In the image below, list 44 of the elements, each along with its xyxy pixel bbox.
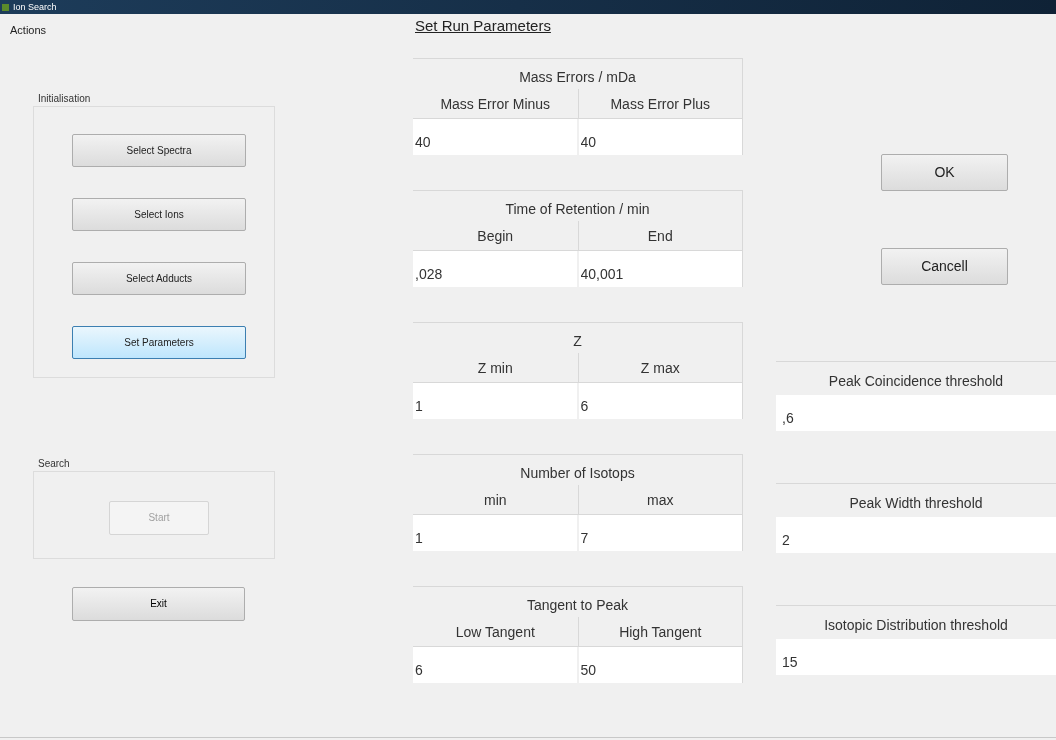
- column-header: High Tangent: [577, 616, 742, 646]
- group-label: Initialisation: [37, 91, 92, 106]
- field-label: Peak Coincidence threshold: [776, 360, 1056, 395]
- input-field[interactable]: 6: [413, 646, 577, 683]
- action-button[interactable]: Select Ions: [72, 197, 246, 231]
- column-header: max: [577, 484, 742, 514]
- dialog-button[interactable]: Cancell: [881, 247, 1008, 285]
- input-field[interactable]: ,6: [776, 394, 1056, 431]
- input-field[interactable]: 1: [413, 514, 577, 551]
- field-label: Peak Width threshold: [776, 482, 1056, 517]
- group-title: Number of Isotops: [519, 463, 636, 483]
- column-header: Low Tangent: [454, 622, 536, 642]
- column-header: Begin: [476, 226, 515, 246]
- action-button[interactable]: Select Spectra: [72, 133, 246, 167]
- field-label: Isotopic Distribution threshold: [776, 604, 1056, 639]
- app-icon: [2, 3, 9, 11]
- group-title: Mass Errors / mDa: [518, 67, 637, 87]
- group-title: Z: [572, 331, 583, 351]
- exit-button[interactable]: Exit: [72, 586, 245, 621]
- input-field[interactable]: 40: [413, 118, 577, 155]
- group-title: Tangent to Peak: [525, 595, 630, 615]
- input-field[interactable]: 7: [578, 514, 742, 551]
- section-heading: Set Run Parameters: [414, 15, 552, 36]
- menu-item[interactable]: Actions: [10, 22, 47, 39]
- input-field[interactable]: 6: [578, 382, 742, 419]
- column-header: Z min: [476, 358, 514, 378]
- column-header: Z max: [577, 352, 742, 382]
- input-field[interactable]: 50: [578, 646, 742, 683]
- group-label: Search: [37, 456, 71, 471]
- action-button[interactable]: Select Adducts: [72, 261, 246, 295]
- group-title: Time of Retention / min: [504, 199, 651, 219]
- column-header: Mass Error Minus: [439, 94, 552, 114]
- input-field[interactable]: 1: [413, 382, 577, 419]
- dialog-button[interactable]: OK: [881, 153, 1008, 191]
- input-field[interactable]: ,028: [413, 250, 577, 287]
- column-header: End: [577, 220, 742, 250]
- window-title: Ion Search: [13, 2, 57, 12]
- input-field[interactable]: 2: [776, 516, 1056, 553]
- column-header: min: [482, 490, 508, 510]
- input-field[interactable]: 15: [776, 638, 1056, 675]
- input-field[interactable]: 40,001: [578, 250, 742, 287]
- action-button[interactable]: Set Parameters: [72, 325, 246, 359]
- input-field[interactable]: 40: [578, 118, 742, 155]
- column-header: Mass Error Plus: [577, 88, 742, 118]
